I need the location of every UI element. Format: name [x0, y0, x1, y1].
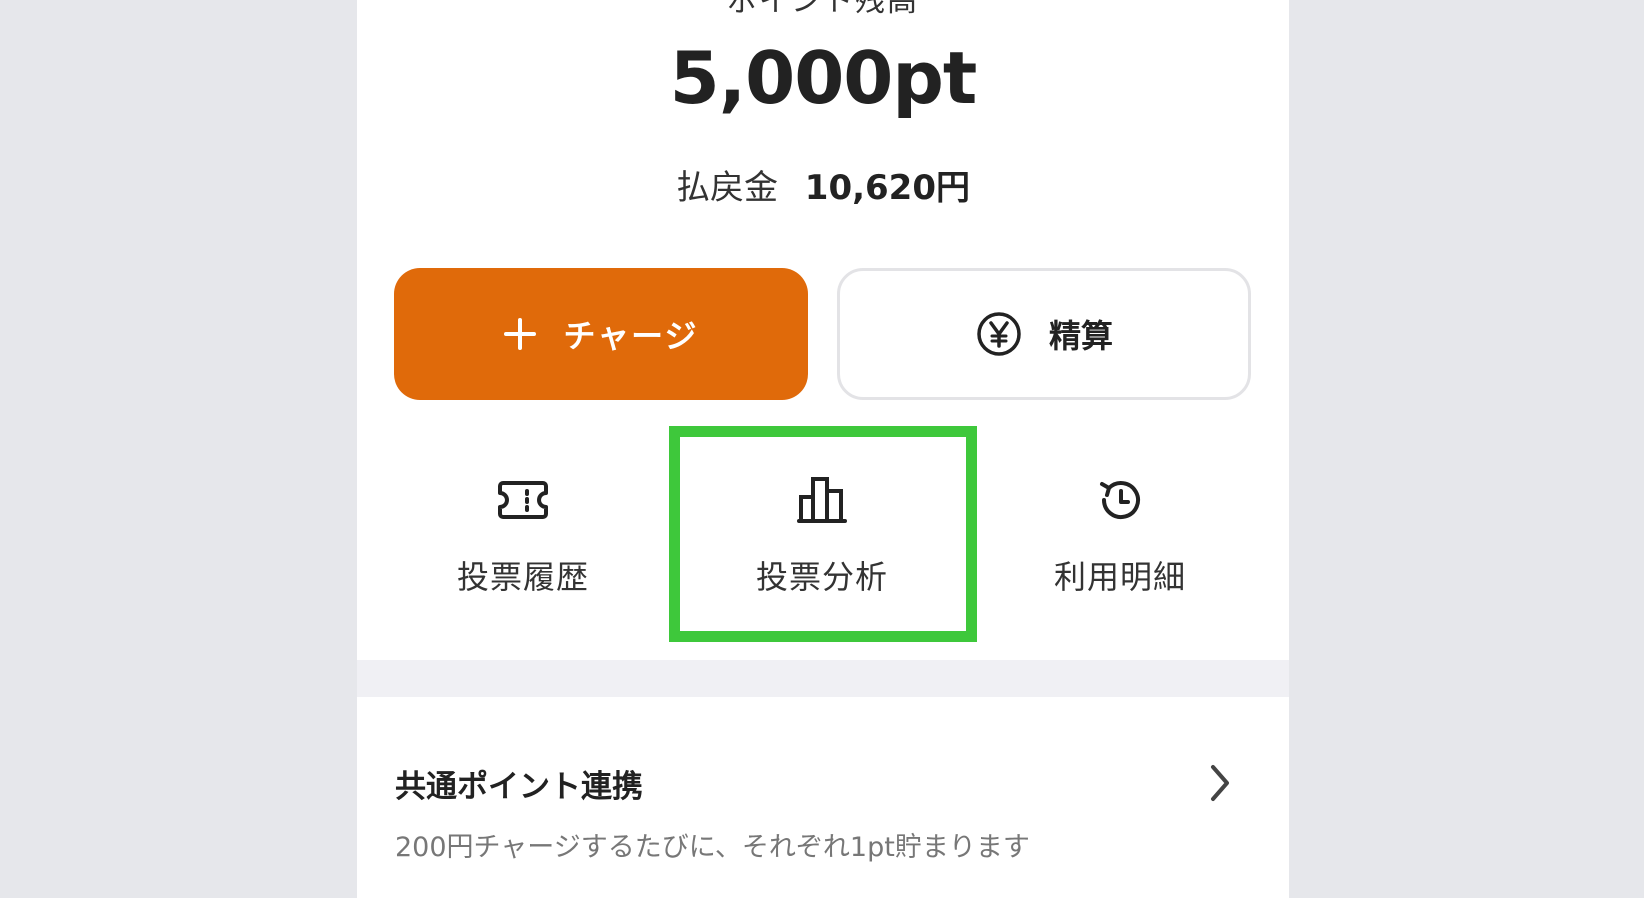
vote-history-label: 投票履歴	[456, 558, 589, 596]
common-points-description: 200円チャージするたびに、それぞれ1pt貯まります	[395, 832, 1030, 863]
plus-icon	[504, 318, 537, 350]
wallet-panel: ポイント残高 5,000pt 払戻金 10,620円 チャージ 精算 投票履歴 …	[357, 0, 1289, 898]
yen-icon	[977, 312, 1021, 356]
vote-history-action[interactable]: 投票履歴	[373, 432, 673, 644]
charge-button-label: チャージ	[563, 317, 699, 355]
common-points-link[interactable]: 共通ポイント連携 200円チャージするたびに、それぞれ1pt貯まります	[357, 697, 1289, 898]
settle-button-label: 精算	[1048, 317, 1113, 355]
vote-analysis-action[interactable]: 投票分析	[672, 432, 972, 644]
usage-details-action[interactable]: 利用明細	[970, 432, 1270, 644]
refund-label: 払戻金	[675, 168, 778, 208]
usage-details-label: 利用明細	[1053, 558, 1186, 596]
section-divider	[357, 660, 1289, 697]
vote-analysis-label: 投票分析	[755, 558, 888, 596]
history-clock-icon	[1100, 481, 1140, 520]
refund-amount: 10,620円	[804, 168, 970, 208]
bar-chart-icon	[797, 477, 847, 523]
charge-button[interactable]: チャージ	[394, 268, 808, 400]
common-points-title: 共通ポイント連携	[395, 769, 643, 805]
quick-actions: 投票履歴 投票分析 利用明細	[357, 432, 1289, 644]
refund-row: 払戻金 10,620円	[357, 160, 1289, 209]
balance-label: ポイント残高	[727, 0, 919, 19]
ticket-icon	[498, 481, 548, 519]
chevron-right-icon	[1211, 765, 1229, 801]
settle-button[interactable]: 精算	[837, 268, 1251, 400]
balance-value: 5,000pt	[669, 36, 978, 120]
